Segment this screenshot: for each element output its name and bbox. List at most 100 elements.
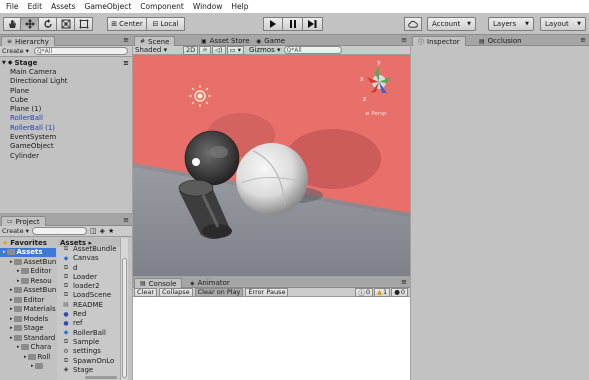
asset-item[interactable]: ◈ Stage: [57, 365, 120, 374]
hierarchy-item[interactable]: Plane (1): [0, 104, 132, 113]
asset-item[interactable]: ⧉ SpawnOnLo: [57, 356, 120, 365]
favorite-star-icon[interactable]: ★: [108, 227, 114, 235]
clear-button[interactable]: Clear: [134, 287, 157, 297]
filter-label-icon[interactable]: ◈: [100, 227, 105, 235]
collapse-button[interactable]: Collapse: [159, 287, 193, 297]
play-button[interactable]: [263, 17, 283, 31]
project-folder-item[interactable]: ▸ Stage: [0, 324, 56, 334]
hierarchy-search-input[interactable]: Q*All: [33, 47, 128, 55]
info-filter-toggle[interactable]: ⓘ 0: [355, 287, 374, 297]
project-folder-item[interactable]: ▸ Assets: [0, 247, 56, 257]
cloud-button[interactable]: [404, 17, 422, 31]
tab-asset-store[interactable]: ▣ Asset Store: [196, 36, 255, 46]
project-folder-item[interactable]: ▸ Resou: [0, 276, 56, 286]
asset-item[interactable]: ⧉ Loader: [57, 272, 120, 281]
gizmos-dropdown[interactable]: Gizmos ▾: [249, 46, 281, 54]
asset-item[interactable]: ⧉ AssetBundle: [57, 244, 120, 253]
asset-item[interactable]: ◆ Canvas: [57, 254, 120, 263]
scene-menu-icon[interactable]: ≡: [123, 59, 129, 67]
scene-view[interactable]: y x z ≡ Persp: [133, 55, 410, 276]
tab-project[interactable]: ▭ Project: [1, 216, 46, 226]
asset-item[interactable]: ● ref: [57, 319, 120, 328]
move-tool-button[interactable]: [21, 17, 39, 31]
panel-menu-icon[interactable]: ≡: [123, 216, 129, 224]
panel-menu-icon[interactable]: ≡: [401, 36, 407, 44]
hierarchy-create-dropdown[interactable]: Create ▾: [2, 47, 29, 55]
tab-animator[interactable]: ◈ Animator: [185, 278, 235, 288]
asset-item[interactable]: ⚙ settings: [57, 347, 120, 356]
scene-root-stage[interactable]: ▼ ◆ Stage ≡: [0, 58, 132, 67]
chevron-right-icon[interactable]: ▸: [10, 335, 13, 341]
menu-file[interactable]: File: [3, 2, 25, 11]
project-folder-item[interactable]: ▸ Chara: [0, 343, 56, 353]
icon-size-slider[interactable]: [85, 376, 117, 379]
hierarchy-item[interactable]: Cube: [0, 95, 132, 104]
chevron-right-icon[interactable]: ▸: [10, 287, 13, 293]
pause-button[interactable]: [283, 17, 303, 31]
asset-item[interactable]: ⧉ Sample: [57, 337, 120, 346]
project-scrollbar[interactable]: [120, 238, 128, 380]
project-folder-item[interactable]: ▸ Materials: [0, 305, 56, 315]
panel-menu-icon[interactable]: ≡: [123, 36, 129, 44]
clear-on-play-button[interactable]: Clear on Play: [194, 287, 244, 297]
audio-toggle[interactable]: ◁): [211, 45, 226, 55]
warning-filter-toggle[interactable]: ▲ 1: [374, 287, 391, 297]
shading-dropdown[interactable]: Shaded ▾: [135, 46, 179, 54]
layers-dropdown[interactable]: Layers ▼: [488, 17, 534, 31]
filter-type-icon[interactable]: ◫: [90, 227, 97, 235]
error-filter-toggle[interactable]: ● 0: [391, 287, 408, 297]
chevron-right-icon[interactable]: ▸: [17, 278, 20, 284]
chevron-right-icon[interactable]: ▸: [10, 306, 13, 312]
hierarchy-item[interactable]: GameObject: [0, 142, 132, 151]
chevron-right-icon[interactable]: ▸: [10, 316, 13, 322]
project-folder-item[interactable]: ▸: [0, 362, 56, 372]
project-create-dropdown[interactable]: Create ▾: [2, 227, 29, 235]
project-scroll-thumb[interactable]: [122, 258, 127, 378]
step-button[interactable]: [303, 17, 323, 31]
account-dropdown[interactable]: Account ▼: [427, 17, 476, 31]
chevron-right-icon[interactable]: ▸: [17, 344, 20, 350]
tab-console[interactable]: ▤ Console: [134, 278, 183, 288]
tab-game[interactable]: ◉ Game: [251, 36, 290, 46]
tab-scene[interactable]: # Scene: [134, 36, 176, 46]
menu-assets[interactable]: Assets: [48, 2, 81, 11]
project-folder-item[interactable]: ▸ AssetBun: [0, 257, 56, 267]
chevron-right-icon[interactable]: ▸: [10, 297, 13, 303]
asset-item[interactable]: ▤ README: [57, 300, 120, 309]
error-pause-button[interactable]: Error Pause: [245, 287, 289, 297]
hierarchy-item[interactable]: EventSystem: [0, 132, 132, 141]
project-search-input[interactable]: [31, 227, 87, 235]
menu-gameobject[interactable]: GameObject: [82, 2, 138, 11]
layout-dropdown[interactable]: Layout ▼: [540, 17, 586, 31]
panel-menu-icon[interactable]: ≡: [580, 36, 586, 44]
hierarchy-item[interactable]: RollerBall: [0, 114, 132, 123]
scale-tool-button[interactable]: [57, 17, 75, 31]
chevron-right-icon[interactable]: ▸: [10, 325, 13, 331]
project-folder-item[interactable]: ▸ Editor: [0, 267, 56, 277]
chevron-right-icon[interactable]: ▸: [31, 363, 34, 369]
hierarchy-item[interactable]: RollerBall (1): [0, 123, 132, 132]
project-folder-item[interactable]: ▸ AssetBun: [0, 286, 56, 296]
project-folder-item[interactable]: ▸ Standard: [0, 333, 56, 343]
hierarchy-item[interactable]: Directional Light: [0, 77, 132, 86]
local-toggle-button[interactable]: ⊟ Local: [147, 17, 185, 31]
cloud-services-button[interactable]: [404, 17, 422, 31]
hierarchy-item[interactable]: Plane: [0, 86, 132, 95]
asset-item[interactable]: ● Red: [57, 309, 120, 318]
menu-component[interactable]: Component: [137, 2, 190, 11]
lighting-toggle[interactable]: ☼: [199, 45, 211, 55]
favorites-header[interactable]: ★ Favorites: [0, 238, 56, 248]
chevron-right-icon[interactable]: ▸: [24, 354, 27, 360]
asset-item[interactable]: ⧉ d: [57, 263, 120, 272]
menu-window[interactable]: Window: [190, 2, 229, 11]
hierarchy-item[interactable]: Main Camera: [0, 67, 132, 76]
menu-edit[interactable]: Edit: [25, 2, 49, 11]
tab-hierarchy[interactable]: ≡ Hierarchy: [1, 36, 55, 46]
tab-inspector[interactable]: ⓘ Inspector: [412, 36, 466, 46]
project-folder-item[interactable]: ▸ Editor: [0, 295, 56, 305]
rotate-tool-button[interactable]: [39, 17, 57, 31]
hierarchy-item[interactable]: Cylinder: [0, 151, 132, 160]
center-toggle-button[interactable]: ⊞ Center: [107, 17, 147, 31]
tab-occlusion[interactable]: ▤ Occlusion: [474, 36, 527, 46]
rect-tool-button[interactable]: [75, 17, 93, 31]
